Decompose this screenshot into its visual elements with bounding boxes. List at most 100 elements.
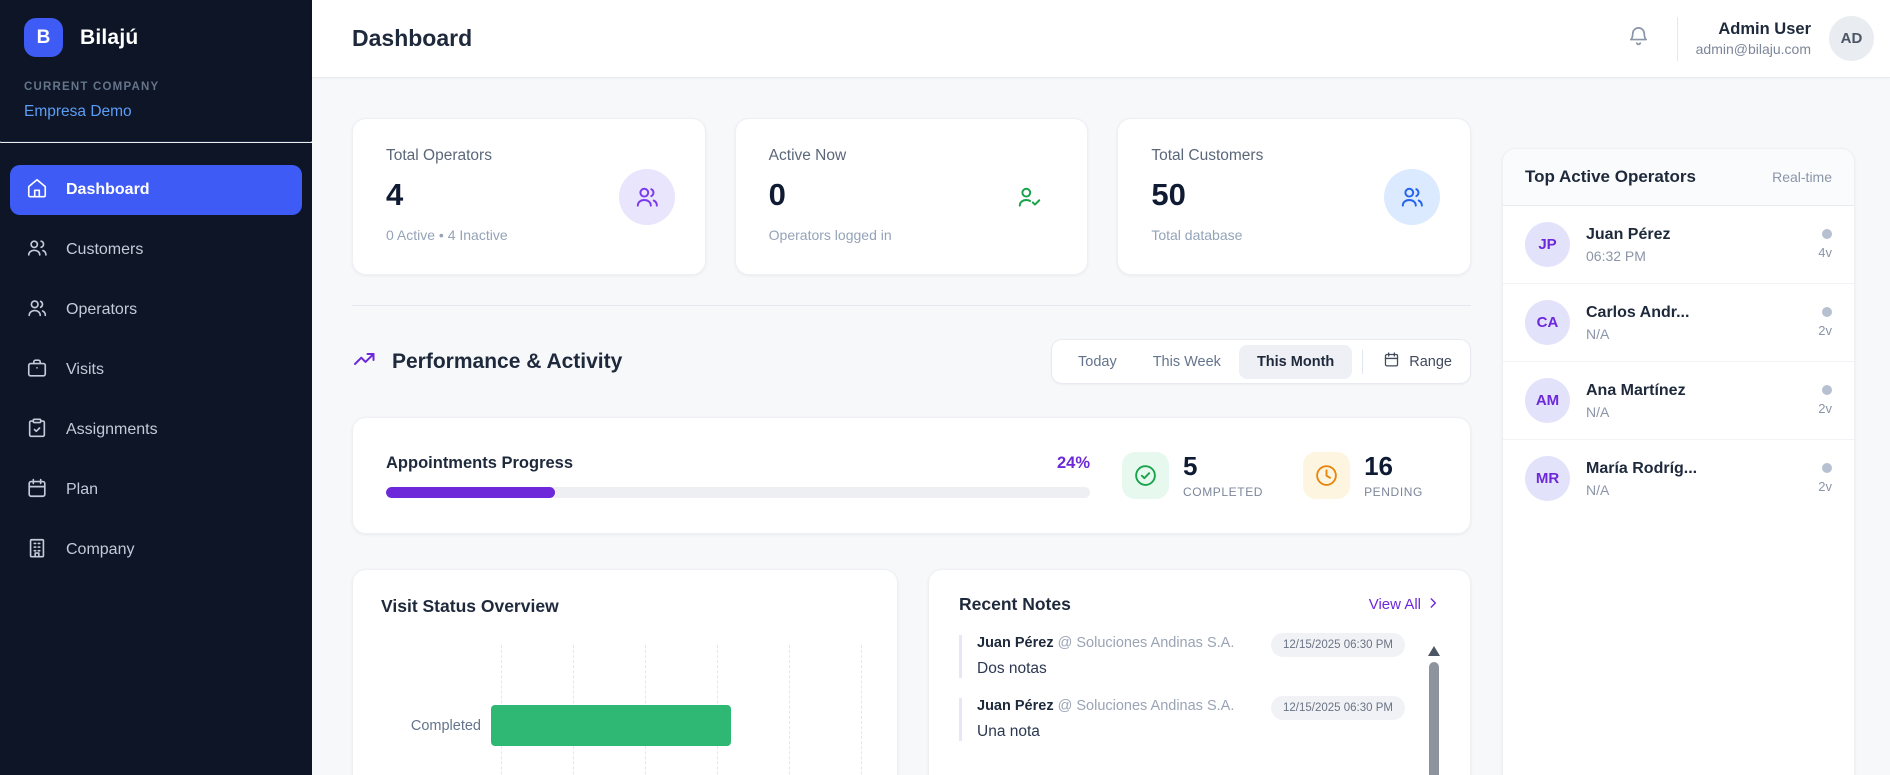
sidebar-item-assignments[interactable]: Assignments	[10, 405, 302, 455]
operator-status: 2v	[1818, 463, 1832, 494]
section-divider	[352, 305, 1471, 306]
bottom-row: Visit Status Overview Co	[352, 569, 1471, 775]
range-button[interactable]: Range	[1373, 342, 1462, 381]
progress-title: Appointments Progress	[386, 454, 573, 473]
notes-header: Recent Notes View All	[959, 594, 1440, 615]
users-icon	[26, 297, 48, 324]
user-email: admin@bilaju.com	[1696, 41, 1811, 57]
sidebar-nav: Dashboard Customers Operators Visits Ass…	[0, 143, 312, 597]
stat-card-total-operators: Total Operators 4 0 Active • 4 Inactive	[352, 118, 706, 275]
sidebar-item-plan[interactable]: Plan	[10, 465, 302, 515]
current-company-label: CURRENT COMPANY	[24, 81, 288, 93]
scroll-up-arrow-icon[interactable]	[1428, 646, 1440, 656]
briefcase-icon	[26, 357, 48, 384]
note-text: Dos notas	[977, 660, 1250, 678]
chart-bar-completed	[491, 705, 731, 746]
operator-time: N/A	[1586, 326, 1818, 342]
operator-name: Ana Martínez	[1586, 382, 1818, 400]
operator-visit-count: 2v	[1818, 401, 1832, 416]
sidebar-item-company[interactable]: Company	[10, 525, 302, 575]
scrollbar-thumb[interactable]	[1429, 662, 1439, 775]
operator-row[interactable]: CA Carlos Andr... N/A 2v	[1503, 284, 1854, 362]
main-content-column: Total Operators 4 0 Active • 4 Inactive …	[352, 78, 1471, 775]
sidebar-item-visits[interactable]: Visits	[10, 345, 302, 395]
stat-label: Total Operators	[386, 147, 672, 165]
note-timestamp: 12/15/2025 06:30 PM	[1271, 633, 1405, 657]
sidebar-item-customers[interactable]: Customers	[10, 225, 302, 275]
progress-block: Appointments Progress 24%	[386, 454, 1090, 498]
tab-today[interactable]: Today	[1060, 345, 1135, 379]
completed-label: COMPLETED	[1183, 485, 1263, 499]
kpi-pending: 16 PENDING	[1303, 452, 1423, 499]
operator-info: María Rodríg... N/A	[1586, 460, 1818, 498]
app-root: B Bilajú CURRENT COMPANY Empresa Demo Da…	[0, 0, 1890, 775]
avatar[interactable]: AD	[1829, 16, 1874, 61]
sidebar-item-dashboard[interactable]: Dashboard	[10, 165, 302, 215]
users-icon	[619, 169, 675, 225]
visit-status-card: Visit Status Overview Co	[352, 569, 898, 775]
operator-row[interactable]: JP Juan Pérez 06:32 PM 4v	[1503, 206, 1854, 284]
operator-name: Juan Pérez	[1586, 226, 1818, 244]
notifications-button[interactable]	[1619, 19, 1659, 59]
current-company-link[interactable]: Empresa Demo	[24, 103, 288, 121]
visit-chart-title: Visit Status Overview	[381, 596, 869, 617]
kpi-completed: 5 COMPLETED	[1122, 452, 1263, 499]
operator-info: Carlos Andr... N/A	[1586, 304, 1818, 342]
stat-subtext: 0 Active • 4 Inactive	[386, 227, 672, 243]
sidebar-item-label: Operators	[66, 301, 137, 319]
brand-logo: B	[24, 18, 63, 57]
tab-this-month[interactable]: This Month	[1239, 345, 1352, 379]
view-all-label: View All	[1369, 596, 1421, 613]
performance-title: Performance & Activity	[392, 350, 622, 374]
stat-label: Total Customers	[1151, 147, 1437, 165]
appointments-progress-card: Appointments Progress 24% 5 COMPLET	[352, 417, 1471, 534]
operator-info: Juan Pérez 06:32 PM	[1586, 226, 1818, 264]
operator-avatar: AM	[1525, 378, 1570, 423]
brand: B Bilajú	[0, 0, 312, 71]
operator-status: 2v	[1818, 307, 1832, 338]
kpi-group: 5 COMPLETED 16 PENDING	[1122, 452, 1423, 499]
view-all-link[interactable]: View All	[1369, 596, 1440, 614]
users-group-icon	[26, 237, 48, 264]
main-column: Dashboard Admin User admin@bilaju.com AD…	[312, 0, 1890, 775]
stat-subtext: Total database	[1151, 227, 1437, 243]
operator-row[interactable]: MR María Rodríg... N/A 2v	[1503, 440, 1854, 517]
progress-title-row: Appointments Progress 24%	[386, 454, 1090, 473]
recent-notes-card: Recent Notes View All Juan Pérez @ Soluc…	[928, 569, 1471, 775]
sidebar-item-label: Plan	[66, 481, 98, 499]
operator-visit-count: 4v	[1818, 245, 1832, 260]
page-title: Dashboard	[352, 25, 472, 52]
sidebar-item-operators[interactable]: Operators	[10, 285, 302, 335]
completed-count: 5	[1183, 453, 1263, 479]
status-dot-icon	[1822, 385, 1832, 395]
users-icon	[1384, 169, 1440, 225]
tab-this-week[interactable]: This Week	[1135, 345, 1239, 379]
notes-scrollbar[interactable]	[1428, 646, 1440, 775]
building-icon	[26, 537, 48, 564]
operator-row[interactable]: AM Ana Martínez N/A 2v	[1503, 362, 1854, 440]
operator-avatar: MR	[1525, 456, 1570, 501]
sidebar-item-label: Company	[66, 541, 134, 559]
operator-avatar: CA	[1525, 300, 1570, 345]
stat-label: Active Now	[769, 147, 1055, 165]
clock-icon	[1303, 452, 1350, 499]
note-timestamp: 12/15/2025 06:30 PM	[1271, 696, 1405, 720]
user-check-icon	[1001, 169, 1057, 225]
clipboard-check-icon	[26, 417, 48, 444]
check-circle-icon	[1122, 452, 1169, 499]
bell-icon	[1627, 25, 1650, 53]
note-item[interactable]: Juan Pérez @ Soluciones Andinas S.A. Dos…	[959, 635, 1440, 678]
range-label: Range	[1409, 354, 1452, 370]
tabs-divider	[1362, 350, 1363, 374]
company-block: CURRENT COMPANY Empresa Demo	[0, 71, 312, 141]
progress-percent: 24%	[1057, 454, 1090, 473]
note-company: @ Soluciones Andinas S.A.	[1058, 635, 1235, 651]
note-item[interactable]: Juan Pérez @ Soluciones Andinas S.A. Una…	[959, 698, 1440, 741]
trending-up-icon	[352, 347, 376, 376]
operator-name: María Rodríg...	[1586, 460, 1818, 478]
note-company: @ Soluciones Andinas S.A.	[1058, 698, 1235, 714]
sidebar-item-label: Customers	[66, 241, 143, 259]
chart-category-label: Completed	[381, 718, 491, 734]
header-divider	[1677, 17, 1678, 61]
note-author: Juan Pérez	[977, 698, 1054, 714]
